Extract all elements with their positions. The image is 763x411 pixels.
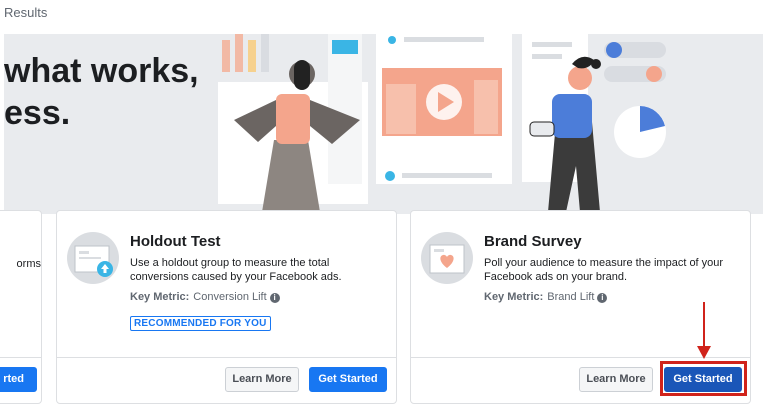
highlight-box-annotation	[660, 361, 747, 396]
get-started-button-partial[interactable]: rted	[0, 367, 37, 392]
key-metric-value: Conversion Lift	[193, 291, 267, 303]
hero-illustration	[218, 34, 666, 212]
key-metric-value: Brand Lift	[547, 291, 595, 303]
key-metric: Key Metric: Conversion Lift i	[130, 291, 280, 303]
hero-heading-line-2: ess.	[4, 94, 71, 132]
card-divider	[0, 357, 41, 358]
get-started-button[interactable]: Get Started	[309, 367, 387, 392]
key-metric: Key Metric: Brand Lift i	[484, 291, 608, 303]
hero-banner: what works, ess.	[4, 34, 763, 214]
card-divider	[57, 357, 396, 358]
hero-heading-line-1: what works,	[4, 52, 199, 90]
recommended-badge: RECOMMENDED FOR YOU	[130, 316, 271, 331]
card-description: Poll your audience to measure the impact…	[484, 257, 724, 283]
info-icon[interactable]: i	[597, 293, 608, 303]
holdout-test-thumbnail	[67, 232, 119, 284]
card-partial-left: orms rted	[0, 210, 42, 404]
hero-heading: what works, ess.	[4, 50, 199, 134]
learn-more-button[interactable]: Learn More	[579, 367, 653, 392]
card-title: Brand Survey	[484, 233, 582, 250]
key-metric-label: Key Metric:	[484, 291, 544, 303]
results-title: Results	[4, 5, 48, 20]
down-arrow-annotation	[697, 302, 711, 359]
card-partial-desc: orms	[16, 258, 41, 270]
card-title: Holdout Test	[130, 233, 221, 250]
top-bar: Results	[0, 0, 763, 30]
key-metric-label: Key Metric:	[130, 291, 190, 303]
info-icon[interactable]: i	[269, 293, 280, 303]
brand-survey-thumbnail	[421, 232, 473, 284]
card-holdout-test: Holdout Test Use a holdout group to meas…	[56, 210, 397, 404]
card-description: Use a holdout group to measure the total…	[130, 257, 342, 283]
learn-more-button[interactable]: Learn More	[225, 367, 299, 392]
